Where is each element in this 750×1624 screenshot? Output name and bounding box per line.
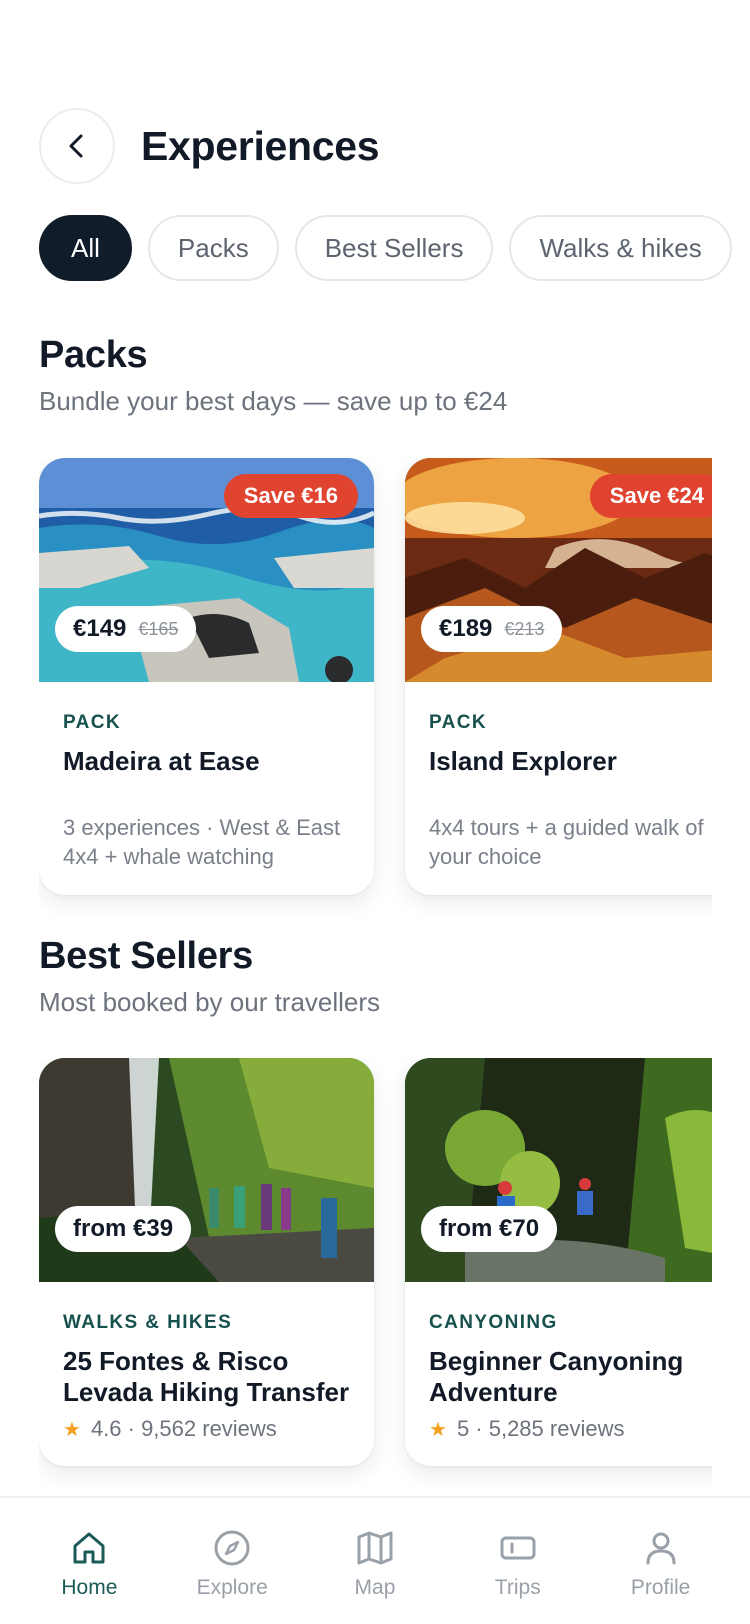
tab-label: Trips: [494, 1576, 541, 1599]
bottom-tab-bar: Home Explore Map Trips Profile: [0, 1496, 750, 1624]
tab-map[interactable]: Map: [315, 1528, 435, 1624]
packs-section-title: Packs: [39, 334, 148, 376]
card-image: from €70: [405, 1058, 712, 1282]
price-current: €149: [73, 615, 127, 642]
tab-explore[interactable]: Explore: [172, 1528, 292, 1624]
experience-card[interactable]: from €70 CANYONING Beginner Canyoning Ad…: [405, 1058, 712, 1466]
map-icon: [357, 1531, 393, 1565]
card-rating: ★ 4.6 · 9,562 reviews: [63, 1416, 350, 1442]
packs-carousel[interactable]: Save €16 €149 €165 PACK Madeira at Ease …: [39, 458, 712, 920]
card-rating: ★ 5 · 5,285 reviews: [429, 1416, 712, 1442]
rating-text: 4.6 · 9,562 reviews: [90, 1416, 277, 1441]
best-sellers-section-title: Best Sellers: [39, 935, 253, 977]
best-sellers-carousel[interactable]: from €39 WALKS & HIKES 25 Fontes & Risco…: [39, 1058, 712, 1498]
tab-label: Explore: [196, 1576, 268, 1599]
chevron-left-icon: [69, 134, 83, 158]
card-title: 25 Fontes & Risco Levada Hiking Transfer: [63, 1346, 350, 1407]
price-pill: €149 €165: [55, 606, 197, 652]
tab-trips[interactable]: Trips: [458, 1528, 578, 1624]
card-image: from €39: [39, 1058, 374, 1282]
packs-section-subtitle: Bundle your best days — save up to €24: [39, 386, 508, 416]
page-title: Experiences: [141, 122, 380, 169]
star-icon: ★: [429, 1418, 447, 1441]
experience-card[interactable]: from €39 WALKS & HIKES 25 Fontes & Risco…: [39, 1058, 374, 1466]
chip-best-sellers[interactable]: Best Sellers: [294, 215, 494, 281]
best-sellers-section-subtitle: Most booked by our travellers: [39, 987, 381, 1017]
price-current: €189: [439, 615, 493, 642]
price-from: from €70: [439, 1215, 540, 1242]
tab-label: Home: [61, 1576, 118, 1599]
card-category: CANYONING: [429, 1312, 558, 1333]
compass-icon: [214, 1530, 250, 1566]
price-pill: from €70: [421, 1206, 558, 1252]
ticket-icon: [500, 1536, 536, 1560]
back-button[interactable]: [39, 108, 115, 184]
tab-label: Profile: [630, 1576, 691, 1599]
tab-home[interactable]: Home: [29, 1528, 149, 1624]
save-badge: Save €24: [589, 474, 712, 518]
pack-card[interactable]: Save €16 €149 €165 PACK Madeira at Ease …: [39, 458, 374, 895]
price-original: €165: [138, 618, 179, 639]
price-original: €213: [504, 618, 545, 639]
card-image: Save €16 €149 €165: [39, 458, 374, 682]
tab-profile[interactable]: Profile: [601, 1528, 721, 1624]
card-description: 3 experiences · West & East 4x4 + whale …: [63, 815, 341, 869]
tab-label: Map: [354, 1576, 396, 1599]
price-pill: from €39: [55, 1206, 192, 1252]
pack-card[interactable]: Save €24 €189 €213 PACK Island Explorer …: [405, 458, 712, 895]
card-description: 4x4 tours + a guided walk of your choice: [429, 815, 704, 869]
user-icon: [646, 1532, 676, 1565]
card-category: WALKS & HIKES: [63, 1312, 233, 1333]
rating-text: 5 · 5,285 reviews: [456, 1416, 625, 1441]
price-from: from €39: [73, 1215, 174, 1242]
price-pill: €189 €213: [421, 606, 563, 652]
card-image: Save €24 €189 €213: [405, 458, 712, 682]
header: Experiences: [39, 108, 750, 184]
card-title: Beginner Canyoning Adventure: [429, 1346, 684, 1407]
filter-chips: All Packs Best Sellers Walks & hikes: [39, 215, 732, 281]
card-title: Madeira at Ease: [63, 746, 260, 776]
chip-all[interactable]: All: [39, 215, 132, 281]
star-icon: ★: [63, 1418, 81, 1441]
chip-walks-hikes[interactable]: Walks & hikes: [509, 215, 732, 281]
card-title: Island Explorer: [429, 746, 617, 776]
chip-packs[interactable]: Packs: [147, 215, 279, 281]
home-icon: [73, 1532, 105, 1564]
card-category: PACK: [429, 712, 488, 733]
save-badge: Save €16: [223, 474, 358, 518]
card-category: PACK: [63, 712, 122, 733]
